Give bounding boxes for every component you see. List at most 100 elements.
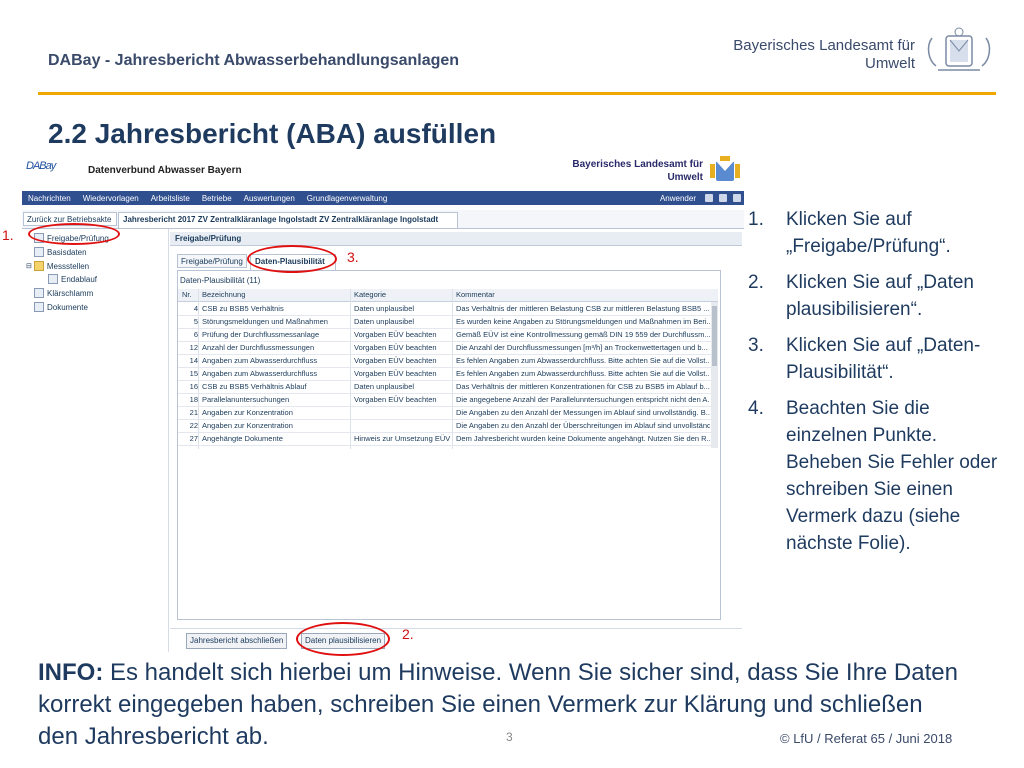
menu-auswertungen[interactable]: Auswertungen	[238, 194, 301, 203]
cell-kommentar: Es fehlen Angaben zum Abwasserdurchfluss…	[456, 356, 710, 365]
grid-header: Nr. Bezeichnung Kategorie Kommentar	[178, 289, 718, 302]
app-org-name: Bayerisches Landesamt für Umwelt	[543, 158, 703, 184]
cell-kategorie: Daten unplausibel	[354, 304, 415, 313]
table-row[interactable]: 4 CSB zu BSB5 Verhältnis Daten unplausibel…	[178, 302, 718, 316]
user-icon[interactable]	[705, 194, 713, 202]
instruction-list: 1. Klicken Sie auf „Freigabe/Prüfung“. 2.…	[748, 206, 998, 566]
column-header-bezeichnung[interactable]: Bezeichnung	[202, 289, 245, 301]
cell-kommentar: Das Verhältnis der mittleren Konzentrati…	[456, 382, 710, 391]
tree-item-klaerschlamm[interactable]: Klärschlamm	[34, 288, 93, 298]
grid-title: Daten-Plausibilität (11)	[180, 276, 261, 285]
table-row[interactable]: 16 CSB zu BSB5 Verhältnis Ablauf Daten unp…	[178, 380, 718, 394]
app-org-line2: Umwelt	[667, 172, 703, 183]
app-org-line1: Bayerisches Landesamt für	[572, 159, 703, 170]
table-row[interactable]: 15 Angaben zum Abwasserdurchfluss Vorgaben…	[178, 367, 718, 381]
step-text: Klicken Sie auf „Freigabe/Prüfung“.	[786, 209, 951, 257]
header-divider	[38, 92, 996, 95]
table-row[interactable]: 22 Angaben zur Konzentration Die Angaben z…	[178, 419, 718, 433]
panel-title: Freigabe/Prüfung	[170, 232, 742, 246]
menu-arbeitsliste[interactable]: Arbeitsliste	[145, 194, 196, 203]
grid-scroll-thumb[interactable]	[712, 306, 717, 366]
cell-bezeichnung: CSB zu BSB5 Verhältnis	[202, 304, 284, 313]
tree-item-label: Basisdaten	[47, 247, 87, 257]
tree-item-label: Endablauf	[61, 274, 98, 284]
cell-kommentar: Die Angaben zu den Anzahl der Überschrei…	[456, 421, 710, 430]
cell-bezeichnung: Angaben zum Abwasserdurchfluss	[202, 356, 318, 365]
app-logo: DABay	[26, 156, 56, 172]
table-row[interactable]: 14 Angaben zum Abwasserdurchfluss Vorgaben…	[178, 354, 718, 368]
tree-item-label: Klärschlamm	[47, 288, 94, 298]
org-name-line1: Bayerisches Landesamt für	[733, 37, 915, 54]
cell-kategorie: Vorgaben EÜV beachten	[354, 369, 437, 378]
table-row[interactable]: 21 Angaben zur Konzentration Die Angaben z…	[178, 406, 718, 420]
highlight-plausibilisieren-button	[296, 622, 390, 656]
document-icon	[34, 247, 44, 257]
cell-bezeichnung: Anzahl der Durchflussmessungen	[202, 343, 315, 352]
step-number: 3.	[748, 335, 764, 356]
cell-bezeichnung: Angaben zur Konzentration	[202, 421, 293, 430]
cell-bezeichnung: Angehängte Dokumente	[202, 434, 283, 443]
finish-report-button[interactable]: Jahresbericht abschließen	[186, 633, 288, 649]
cell-bezeichnung: CSB zu BSB5 Verhältnis Ablauf	[202, 382, 307, 391]
cell-kategorie: Daten unplausibel	[354, 317, 415, 326]
table-row[interactable]: 6 Prüfung der Durchflussmessanlage Vorgabe…	[178, 328, 718, 342]
table-row[interactable]: 27 Angehängte Dokumente Hinweis zur Umsetz…	[178, 432, 718, 446]
logout-icon[interactable]	[733, 194, 741, 202]
cell-kategorie: Vorgaben EÜV beachten	[354, 330, 437, 339]
column-header-kommentar[interactable]: Kommentar	[456, 289, 495, 301]
table-row[interactable]: 12 Anzahl der Durchflussmessungen Vorgaben…	[178, 341, 718, 355]
cell-kategorie: Daten unplausibel	[354, 382, 415, 391]
footer-copyright: © LfU / Referat 65 / Juni 2018	[780, 731, 953, 746]
step-text: Klicken Sie auf „Daten plausibilisieren“…	[786, 272, 974, 320]
cell-bezeichnung: Störungsmeldungen und Maßnahmen	[202, 317, 328, 326]
tree-item-messstellen[interactable]: ⊟ Messstellen	[26, 261, 89, 271]
cell-bezeichnung: Angaben zum Abwasserdurchfluss	[202, 369, 318, 378]
menubar-right: Anwender	[654, 194, 744, 203]
menu-nachrichten[interactable]: Nachrichten	[22, 194, 77, 203]
table-row[interactable]: 5 Störungsmeldungen und Maßnahmen Daten un…	[178, 315, 718, 329]
menu-betriebe[interactable]: Betriebe	[196, 194, 238, 203]
app-title: Datenverbund Abwasser Bayern	[88, 165, 242, 176]
help-icon[interactable]	[719, 194, 727, 202]
app-logo-text: DABay	[26, 160, 56, 172]
cell-nr: 18	[189, 395, 198, 404]
tab-freigabe-pruefung[interactable]: Freigabe/Prüfung	[177, 254, 247, 268]
folder-icon	[33, 261, 44, 271]
slide-heading: 2.2 Jahresbericht (ABA) ausfüllen	[48, 118, 497, 149]
cell-nr: 27	[189, 434, 198, 443]
highlight-freigabe	[28, 223, 120, 245]
cell-nr: 12	[189, 343, 198, 352]
document-title: DABay - Jahresbericht Abwasserbehandlung…	[48, 52, 460, 69]
document-icon	[34, 288, 44, 298]
tree-item-endablauf[interactable]: Endablauf	[48, 274, 97, 284]
table-row[interactable]: 18 Parallelanuntersuchungen Vorgaben EÜV b…	[178, 393, 718, 407]
user-label[interactable]: Anwender	[654, 194, 702, 203]
instruction-step: 1. Klicken Sie auf „Freigabe/Prüfung“.	[748, 206, 998, 260]
page-number: 3	[506, 730, 513, 744]
highlight-plausibilitaet-tab	[247, 245, 337, 273]
tree-item-basisdaten[interactable]: Basisdaten	[34, 247, 87, 257]
step-number: 2.	[748, 272, 764, 293]
menu-grundlagenverwaltung[interactable]: Grundlagenverwaltung	[301, 194, 394, 203]
cell-bezeichnung: Angaben zur Konzentration	[202, 408, 293, 417]
marker-2: 2.	[402, 626, 414, 642]
step-number: 1.	[748, 209, 764, 230]
cell-nr: 6	[193, 330, 198, 339]
cell-kommentar: Die angegebene Anzahl der Parallelunnter…	[456, 395, 710, 404]
tree-item-label: Dokumente	[47, 302, 88, 312]
annual-report-tab[interactable]: Jahresbericht 2017 ZV Zentralkläranlage …	[118, 212, 458, 228]
cell-nr: 4	[193, 304, 198, 313]
cell-kategorie: Vorgaben EÜV beachten	[354, 356, 437, 365]
cell-nr: 21	[189, 408, 198, 417]
cell-kategorie: Vorgaben EÜV beachten	[354, 343, 437, 352]
column-header-nr[interactable]: Nr.	[182, 289, 192, 301]
column-header-kategorie[interactable]: Kategorie	[354, 289, 386, 301]
tree-item-label: Messstellen	[46, 261, 90, 271]
cell-kategorie: Hinweis zur Umsetzung EÜV	[354, 434, 451, 443]
menu-wiedervorlagen[interactable]: Wiedervorlagen	[77, 194, 145, 203]
tree-item-dokumente[interactable]: Dokumente	[34, 302, 88, 312]
cell-kategorie: Vorgaben EÜV beachten	[354, 395, 437, 404]
cell-kommentar: Gemäß EÜV ist eine Kontrollmessung gemäß…	[456, 330, 710, 339]
collapse-icon[interactable]: ⊟	[26, 262, 32, 270]
cell-kommentar: Die Anzahl der Durchflussmessungen [m³/h…	[456, 343, 708, 352]
